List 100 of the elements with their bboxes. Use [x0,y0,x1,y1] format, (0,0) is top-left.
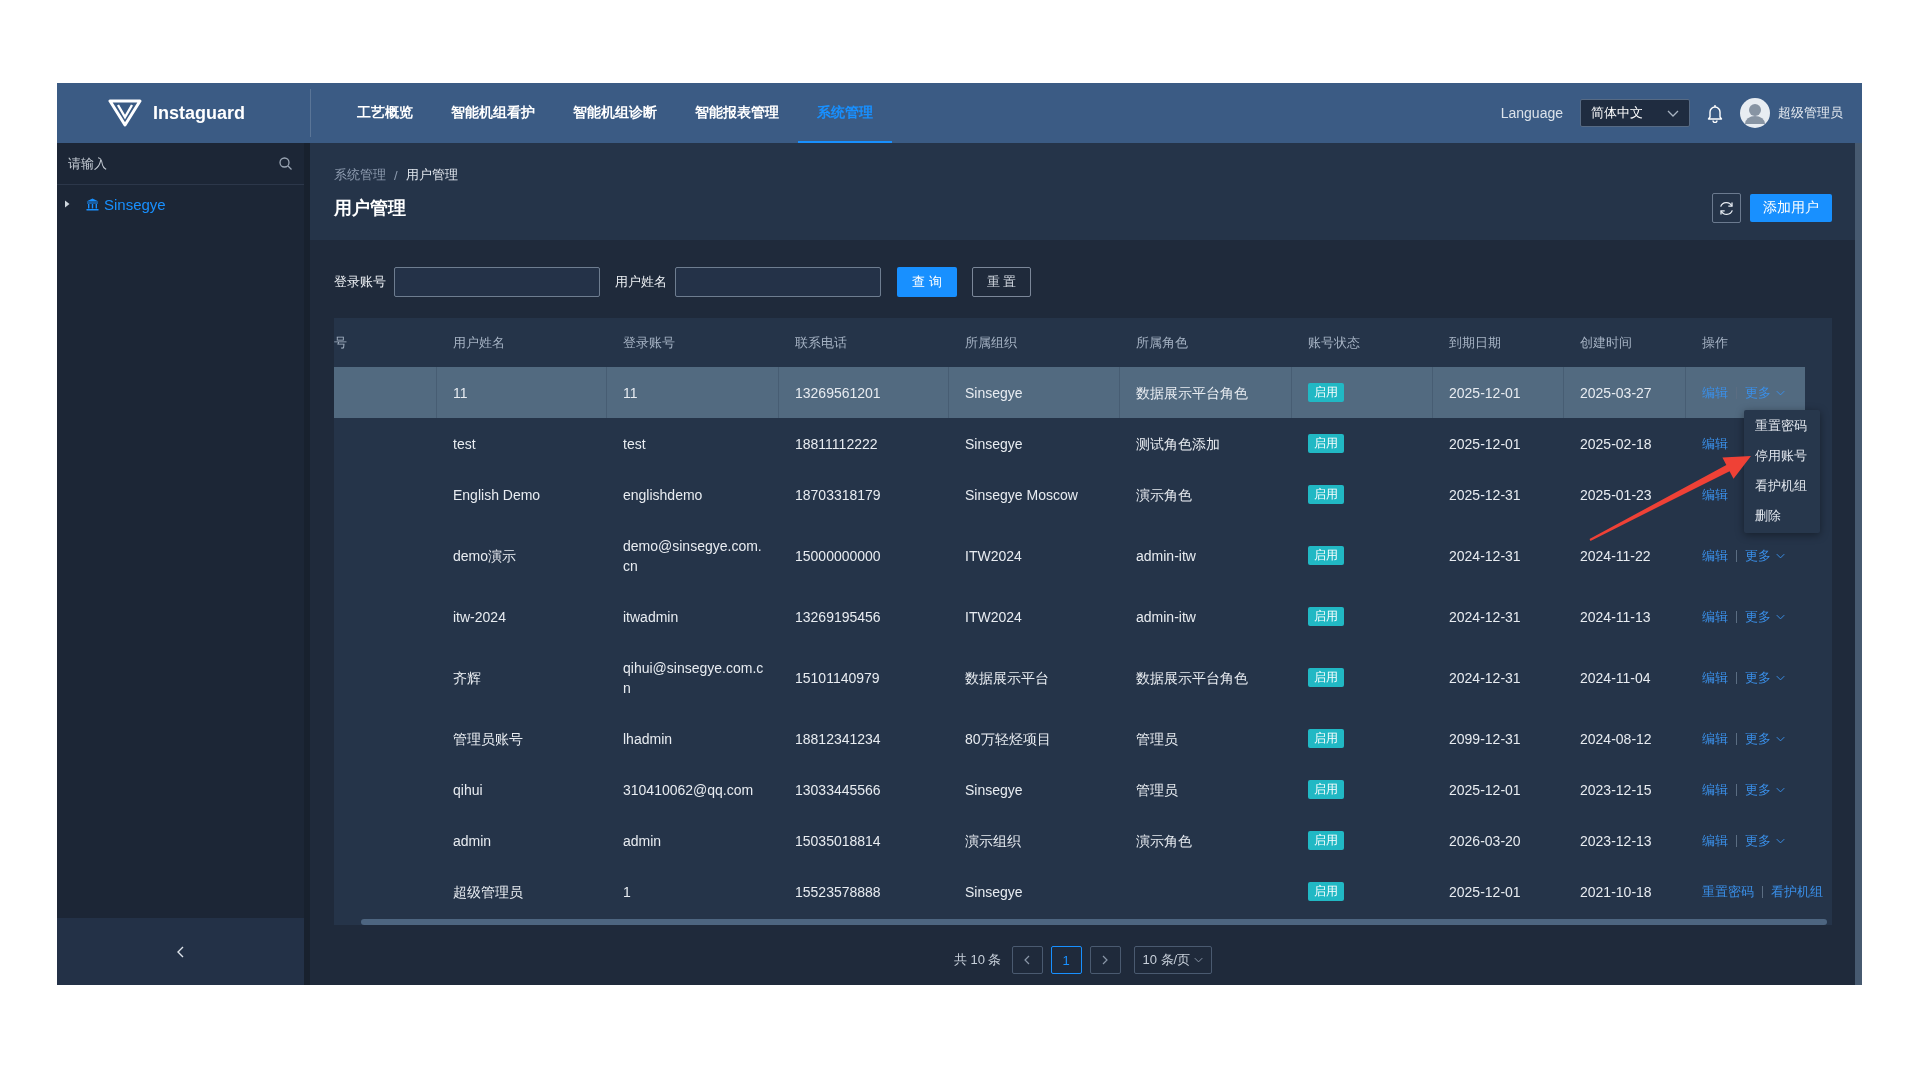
table-cell-text: 2024-12-31 [1448,668,1522,688]
status-tag: 启用 [1308,668,1344,687]
input-field[interactable] [394,267,600,297]
language-label: Language [1500,105,1563,121]
field-label: 用户姓名 [615,273,667,291]
horizontal-scrollbar[interactable] [361,919,1827,925]
action-link[interactable]: 重置密码 [1702,881,1754,902]
chevron-down-icon [1776,837,1785,844]
table-cell-text: 2025-12-01 [1448,882,1522,902]
table-cell-text: Sinsegye [964,780,1024,800]
caret-icon[interactable] [63,200,71,208]
table-cell-text: 15035018814 [794,831,882,851]
breadcrumb-link[interactable]: 系统管理 [334,166,386,184]
column-header[interactable]: 登录账号 [607,318,779,367]
table-cell-text: 2026-03-20 [1448,831,1522,851]
field-label: 登录账号 [334,273,386,291]
chevron-down-icon [1776,389,1785,396]
action-link[interactable]: 编辑 [1702,606,1728,627]
column-header[interactable]: 操作 [1686,318,1832,367]
more-link[interactable]: 更多 [1745,830,1785,851]
reset-button[interactable]: 重 置 [972,267,1031,297]
table-cell-text: demo@sinsegye.com.cn [622,536,763,576]
more-link[interactable]: 更多 [1745,779,1785,800]
nav-tab[interactable]: 工艺概览 [338,83,432,143]
column-header[interactable]: 所属角色 [1120,318,1292,367]
action-link[interactable]: 编辑 [1702,433,1728,454]
refresh-button[interactable] [1712,193,1741,223]
more-link[interactable]: 更多 [1745,667,1785,688]
table-cell-text: 2024-11-04 [1579,668,1652,688]
table-cell-text: test [452,434,477,454]
input-field[interactable] [675,267,881,297]
table-cell-text: 2024-11-13 [1579,607,1652,627]
vertical-scrollbar[interactable] [1855,143,1862,985]
add-user-button[interactable]: 添加用户 [1750,194,1832,222]
table-cell-text: test [622,434,647,454]
column-header[interactable]: 用户姓名 [437,318,607,367]
page-button[interactable]: 1 [1050,946,1082,974]
action-link[interactable]: 编辑 [1702,728,1728,749]
tree-item[interactable]: Sinsegye [86,195,166,213]
table-cell-text: 18812341234 [794,729,882,749]
action-link[interactable]: 编辑 [1702,484,1728,505]
table-cell-text: 2021-10-18 [1579,882,1653,902]
search-button[interactable]: 查 询 [897,267,957,297]
table-cell-text: 13033445566 [794,780,882,800]
table-cell-text: English Demo [452,485,542,505]
bell-icon[interactable] [1707,103,1723,123]
status-tag: 启用 [1308,729,1344,748]
column-header[interactable]: 账号状态 [1292,318,1433,367]
chevron-left-icon [177,945,184,958]
more-link[interactable]: 更多 [1745,545,1785,566]
action-link[interactable]: 编辑 [1702,830,1728,851]
table-cell-text: 18703318179 [794,485,882,505]
table-cell-text: 管理员 [1135,729,1179,749]
more-link[interactable]: 更多 [1745,606,1785,627]
column-header[interactable]: 到期日期 [1433,318,1564,367]
table-cell-text: Sinsegye Moscow [964,485,1079,505]
column-header[interactable]: 联系电话 [779,318,949,367]
user-name[interactable]: 超级管理员 [1778,104,1843,122]
menu-item[interactable]: 看护机组 [1744,471,1820,501]
nav-tab[interactable]: 智能报表管理 [676,83,798,143]
nav-tab[interactable]: 智能机组看护 [432,83,554,143]
action-link[interactable]: 编辑 [1702,779,1728,800]
status-tag: 启用 [1308,546,1344,565]
table-cell-text: 13269195456 [794,607,882,627]
chevron-down-icon [1776,674,1785,681]
table-cell-text: 管理员账号 [452,729,524,749]
bank-icon [86,197,99,211]
table-cell-text: 数据展示平台 [964,668,1050,688]
table-cell-text: 1 [622,882,632,902]
column-header[interactable]: 所属组织 [949,318,1120,367]
action-link[interactable]: 编辑 [1702,667,1728,688]
table-cell-text: Sinsegye [964,882,1024,902]
chevron-down-icon [1776,552,1785,559]
table-cell-text: Sinsegye [964,434,1024,454]
action-link[interactable]: 编辑 [1702,545,1728,566]
page-size-select[interactable]: 10 条/页 [1133,946,1213,974]
table-cell-text: 2025-01-23 [1579,485,1653,505]
table-cell-text: qihui [452,780,484,800]
action-link[interactable]: 看护机组 [1771,881,1823,902]
column-header[interactable]: 创建时间 [1564,318,1686,367]
nav-tab[interactable]: 智能机组诊断 [554,83,676,143]
menu-item[interactable]: 停用账号 [1744,441,1820,471]
table-cell-text: 15000000000 [794,546,882,566]
table-cell-text: 2024-11-22 [1579,546,1652,566]
language-select[interactable]: 简体中文 [1580,99,1690,127]
table-cell-text: 演示角色 [1135,831,1193,851]
status-tag: 启用 [1308,780,1344,799]
next-page-button[interactable] [1089,946,1121,974]
table-cell-text: itwadmin [622,607,680,627]
column-header[interactable]: 号 [334,318,437,367]
table-cell-text: 2023-12-13 [1579,831,1653,851]
more-link[interactable]: 更多 [1745,728,1785,749]
pagination-total: 共 10 条 [953,951,1002,969]
previous-page-button[interactable] [1011,946,1043,974]
search-icon[interactable] [279,157,292,170]
search-field[interactable]: 请输入 [68,143,273,184]
avatar-icon[interactable] [1740,98,1770,128]
logo-icon [108,99,142,127]
chevron-down-icon [1776,735,1785,742]
table-cell-text: 2025-12-01 [1448,780,1522,800]
